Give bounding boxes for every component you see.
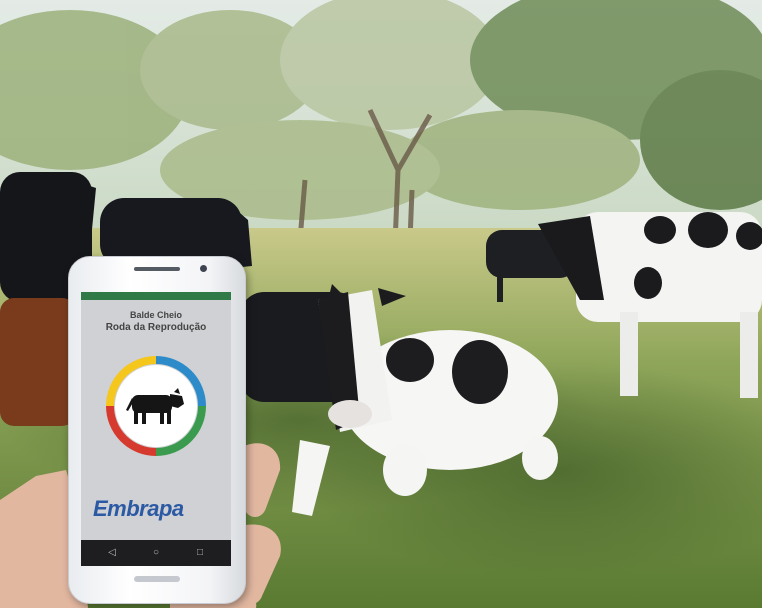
back-icon[interactable]: ◁ <box>107 548 117 558</box>
phone-home-bar[interactable] <box>134 576 180 582</box>
android-nav-bar: ◁ ○ □ <box>81 540 231 566</box>
reproduction-wheel[interactable] <box>104 354 208 458</box>
logo-text: Embrapa <box>93 496 184 521</box>
embrapa-logo: Embrapa <box>93 490 219 528</box>
smartphone: Balde Cheio Roda da Reprodução Embrapa ◁… <box>68 256 246 604</box>
front-camera <box>200 265 207 272</box>
app-title-line1: Balde Cheio <box>129 310 182 320</box>
home-icon[interactable]: ○ <box>151 548 161 558</box>
speaker-grille <box>134 267 180 271</box>
app-title-line2: Roda da Reprodução <box>105 322 207 333</box>
cow-brown <box>0 298 76 426</box>
phone-screen: Balde Cheio Roda da Reprodução Embrapa ◁… <box>81 292 231 566</box>
status-bar <box>81 292 231 300</box>
recent-apps-icon[interactable]: □ <box>195 548 205 558</box>
